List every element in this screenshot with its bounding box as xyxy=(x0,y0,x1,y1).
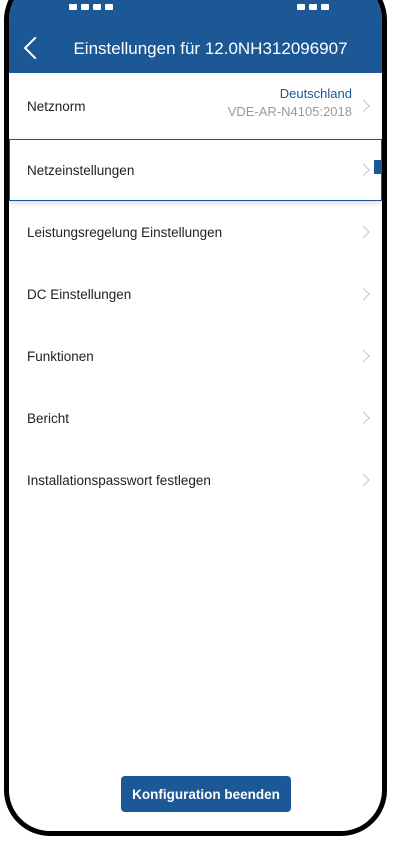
system-icons xyxy=(293,1,329,13)
settings-item-label: Leistungsregelung Einstellungen xyxy=(27,224,223,240)
settings-item-funktionen[interactable]: Funktionen xyxy=(9,325,382,387)
settings-item-installationspasswort[interactable]: Installationspasswort festlegen xyxy=(9,449,382,511)
settings-item-netzeinstellungen[interactable]: Netzeinstellungen xyxy=(9,139,382,201)
settings-item-dc-einstellungen[interactable]: DC Einstellungen xyxy=(9,263,382,325)
settings-item-netznorm[interactable]: Netznorm Deutschland VDE-AR-N4105:2018 xyxy=(9,73,382,139)
status-bar xyxy=(69,1,329,13)
app-header: Einstellungen für 12.0NH312096907 xyxy=(9,0,382,73)
settings-item-bericht[interactable]: Bericht xyxy=(9,387,382,449)
netznorm-standard: VDE-AR-N4105:2018 xyxy=(227,104,352,119)
settings-item-label: DC Einstellungen xyxy=(27,286,132,302)
chevron-right-icon xyxy=(357,287,370,301)
notification-icons xyxy=(69,1,117,13)
phone-frame: Einstellungen für 12.0NH312096907 Netzno… xyxy=(4,0,387,836)
selection-marker xyxy=(374,160,382,174)
netznorm-country: Deutschland xyxy=(279,86,352,101)
settings-item-label: Bericht xyxy=(27,410,70,426)
settings-list: Netznorm Deutschland VDE-AR-N4105:2018 N… xyxy=(9,73,382,511)
page-title: Einstellungen für 12.0NH312096907 xyxy=(73,39,348,58)
chevron-right-icon xyxy=(357,411,370,425)
chevron-right-icon xyxy=(357,225,370,239)
settings-item-label: Funktionen xyxy=(27,348,94,364)
chevron-right-icon xyxy=(357,163,370,177)
chevron-right-icon xyxy=(357,99,370,113)
chevron-right-icon xyxy=(357,349,370,363)
settings-item-leistungsregelung[interactable]: Leistungsregelung Einstellungen xyxy=(9,201,382,263)
settings-item-label: Netzeinstellungen xyxy=(27,162,135,178)
netznorm-values: Deutschland VDE-AR-N4105:2018 xyxy=(228,85,352,121)
settings-item-label: Installationspasswort festlegen xyxy=(27,472,211,488)
phone-screen: Einstellungen für 12.0NH312096907 Netzno… xyxy=(0,0,393,843)
settings-item-label: Netznorm xyxy=(27,98,86,114)
chevron-right-icon xyxy=(357,473,370,487)
finish-configuration-button[interactable]: Konfiguration beenden xyxy=(121,776,291,812)
